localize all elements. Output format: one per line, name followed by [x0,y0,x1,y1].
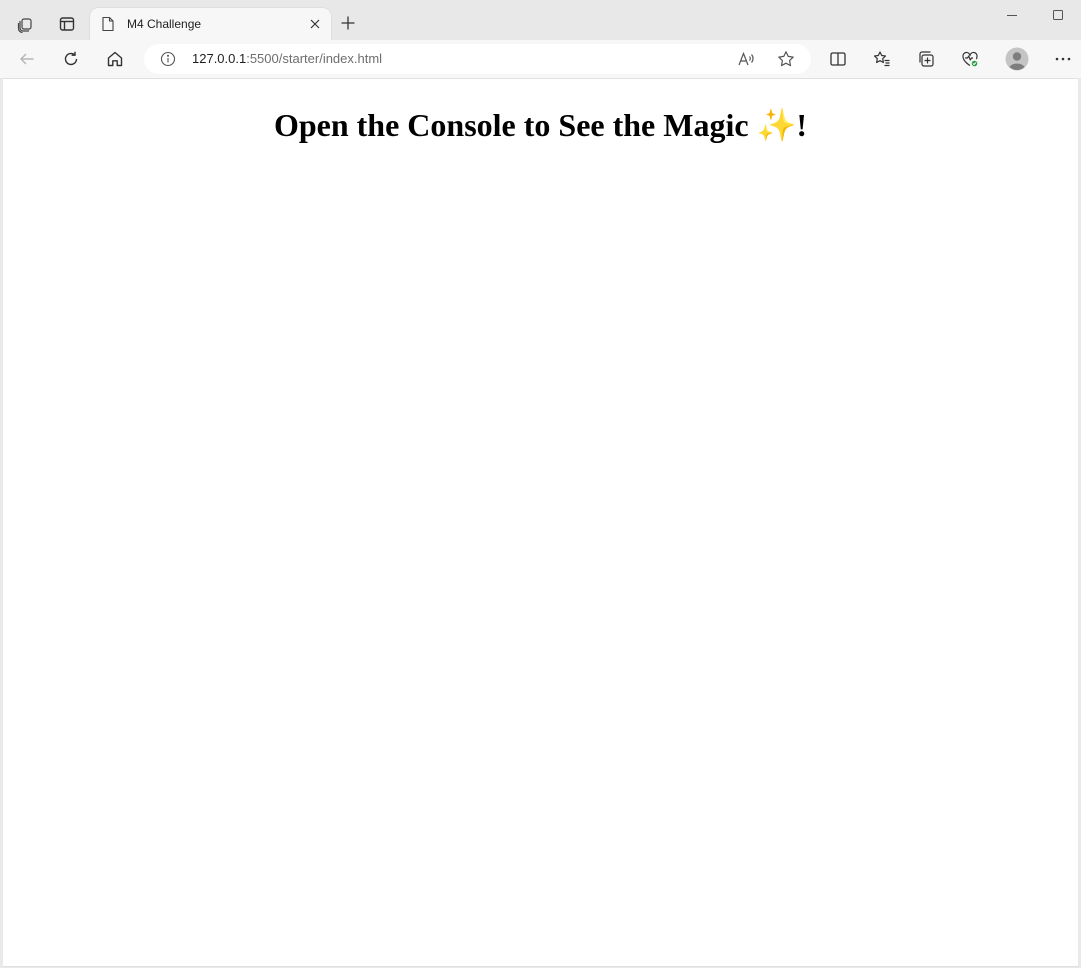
profile-button[interactable] [1001,43,1033,75]
page-icon [100,16,116,32]
sparkles-emoji: ✨ [756,107,797,143]
navigation-toolbar: 127.0.0.1:5500/starter/index.html [0,40,1081,78]
read-aloud-icon [737,50,755,68]
heading-exclamation: ! [796,107,808,143]
plus-icon [340,15,356,31]
home-button[interactable] [99,43,131,75]
minimize-icon [1006,9,1018,21]
more-icon [1054,50,1072,68]
browser-essentials-icon [961,50,979,68]
url-path: :5500/starter/index.html [246,51,383,66]
url-host: 127.0.0.1 [192,51,247,66]
new-tab-button[interactable] [334,9,362,37]
page-viewport: Open the Console to See the Magic ✨! [3,78,1078,967]
add-favorite-button[interactable] [776,49,796,69]
read-aloud-button[interactable] [736,49,756,69]
home-icon [106,50,124,68]
address-bar[interactable]: 127.0.0.1:5500/starter/index.html [144,44,811,74]
tab-actions-icon [58,15,76,33]
collections-icon [917,50,935,68]
close-icon [309,18,321,30]
info-icon[interactable] [160,51,176,67]
split-screen-button[interactable] [822,43,854,75]
favorites-button[interactable] [866,43,898,75]
minimize-button[interactable] [989,0,1035,30]
workspaces-icon [16,15,34,33]
browser-window: M4 Challenge 127.0.0.1:5500/starter/inde… [0,0,1081,968]
tab-bar: M4 Challenge [0,0,1081,40]
tab-m4-challenge[interactable]: M4 Challenge [90,8,331,40]
back-button[interactable] [11,43,43,75]
profile-avatar-icon [1005,47,1029,71]
refresh-button[interactable] [55,43,87,75]
back-arrow-icon [18,50,36,68]
favorites-icon [873,50,891,68]
url-text[interactable]: 127.0.0.1:5500/starter/index.html [192,51,382,67]
collections-button[interactable] [910,43,942,75]
star-icon [777,50,795,68]
heading-text: Open the Console to See the Magic [273,107,757,143]
tab-close-button[interactable] [305,14,325,34]
more-button[interactable] [1047,43,1079,75]
page-heading: Open the Console to See the Magic ✨! [3,79,1078,147]
maximize-button[interactable] [1035,0,1081,30]
tab-actions-button[interactable] [51,8,83,40]
workspaces-button[interactable] [9,8,41,40]
browser-essentials-button[interactable] [954,43,986,75]
split-screen-icon [829,50,847,68]
tab-title: M4 Challenge [127,17,202,31]
refresh-icon [62,50,80,68]
maximize-icon [1052,9,1064,21]
